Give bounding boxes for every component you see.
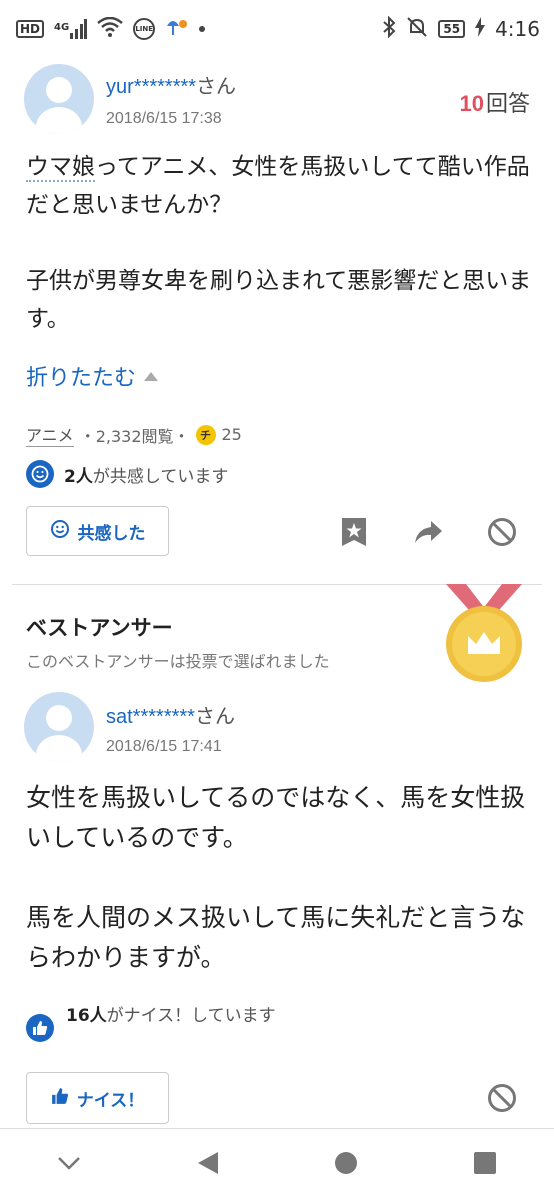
keyword-link[interactable]: ウマ娘	[26, 154, 95, 182]
category-link[interactable]: アニメ	[26, 422, 74, 447]
answer-date: 2018/6/15 17:41	[106, 738, 222, 755]
view-count: ・2,332閲覧・	[79, 426, 190, 446]
chevron-down-icon[interactable]	[57, 1155, 81, 1174]
answer-count-label: 回答	[485, 92, 530, 117]
questioner-username[interactable]: yur********さん	[106, 70, 236, 99]
hd-indicator: HD	[16, 20, 45, 38]
question-body: ってアニメ、女性を馬扱いしてて酷い作品だと思いませんか？ 子供が男尊女卑を刷り込…	[26, 154, 532, 332]
nice-summary: 16人がナイス！しています	[26, 1002, 286, 1042]
coin-count: 25	[221, 425, 242, 444]
nice-button-label: ナイス！	[76, 1090, 145, 1111]
nice-count: 16人	[66, 1006, 107, 1026]
signal-icon: 4G	[54, 19, 88, 39]
battery-icon: 55	[438, 20, 466, 38]
answer-text: 女性を馬扱いしてるのではなく、馬を女性扱いしているのです。 馬を人間のメス扱いし…	[26, 783, 526, 972]
answerer-avatar[interactable]	[24, 692, 94, 762]
username-text[interactable]: yur********	[106, 76, 196, 98]
fold-toggle[interactable]: 折りたたむ	[26, 360, 159, 392]
bookmark-star-icon[interactable]	[336, 514, 372, 550]
username-text[interactable]: sat********	[106, 706, 195, 728]
honorific-text: さん	[196, 76, 237, 98]
empathy-text: が共感しています	[92, 466, 229, 487]
honorific-text: さん	[194, 706, 235, 728]
fold-label: 折りたたむ	[26, 366, 137, 391]
nice-button[interactable]: ナイス！	[26, 1072, 169, 1124]
empathy-count: 2人	[64, 466, 93, 487]
status-bar: HD 4G LINE 55 4:16	[0, 0, 554, 58]
empathy-button-label: 共感した	[77, 523, 146, 544]
question-text: ウマ娘ってアニメ、女性を馬扱いしてて酷い作品だと思いませんか？ 子供が男尊女卑を…	[26, 148, 536, 338]
network-type: 4G	[54, 22, 70, 33]
smile-outline-icon	[50, 519, 70, 544]
answer-count-number: 10	[459, 91, 484, 116]
caret-up-icon	[144, 371, 159, 381]
best-answer-subtitle: このベストアンサーは投票で選ばれました	[26, 652, 330, 671]
block-icon[interactable]	[484, 514, 520, 550]
system-nav-bar	[0, 1128, 554, 1200]
thumbs-up-outline-icon	[51, 1087, 69, 1110]
block-icon[interactable]	[484, 1080, 520, 1116]
recents-icon[interactable]	[473, 1151, 497, 1179]
back-icon[interactable]	[196, 1150, 220, 1180]
bluetooth-icon	[382, 15, 396, 42]
wifi-icon	[97, 16, 123, 41]
clock: 4:16	[495, 17, 540, 41]
smile-icon	[26, 460, 54, 488]
home-icon[interactable]	[334, 1151, 358, 1179]
weather-icon	[165, 16, 189, 42]
answerer-username[interactable]: sat********さん	[106, 700, 235, 729]
coin-icon: チ	[195, 424, 216, 445]
mute-bell-icon	[406, 16, 428, 42]
crown-medal-icon	[440, 584, 528, 684]
question-date: 2018/6/15 17:38	[106, 110, 222, 127]
empathy-button[interactable]: 共感した	[26, 506, 169, 556]
questioner-avatar[interactable]	[24, 64, 94, 134]
best-answer-title: ベストアンサー	[26, 616, 173, 640]
question-meta: アニメ ・2,332閲覧・ チ 25	[26, 422, 242, 447]
empathy-summary: 2人が共感しています	[26, 460, 228, 488]
share-icon[interactable]	[410, 514, 446, 550]
notification-dot-icon	[199, 26, 206, 32]
line-app-icon: LINE	[133, 18, 156, 40]
charging-icon	[475, 17, 486, 41]
answer-count[interactable]: 10 回答	[460, 86, 531, 118]
nice-text: がナイス！しています	[106, 1006, 276, 1026]
thumbs-up-icon	[26, 1014, 54, 1042]
